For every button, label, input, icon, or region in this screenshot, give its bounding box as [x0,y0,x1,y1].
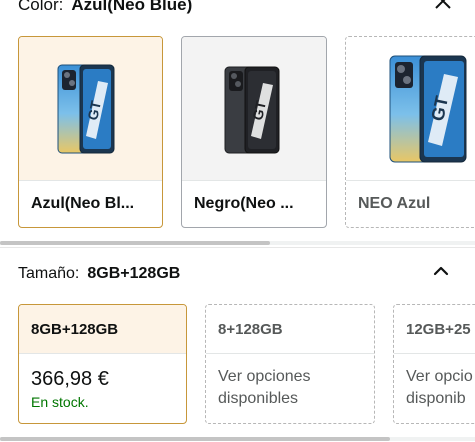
swatch-label: Azul(Neo Bl... [19,180,162,227]
chevron-up-icon[interactable] [430,260,452,282]
close-icon[interactable] [432,0,454,12]
color-header: Color: Azul(Neo Blue) [18,0,192,16]
color-scrollbar-thumb[interactable] [0,241,270,245]
see-options-line1: Ver opciones [218,368,311,385]
size-option-8gb-128gb[interactable]: 8GB+128GB 366,98 € En stock. [18,304,187,424]
section-divider [0,247,475,248]
size-label: Tamaño: [18,265,80,282]
size-option-body: Ver opciones disponibles [206,353,374,423]
size-scrollbar-thumb[interactable] [0,437,390,441]
color-swatch-negro[interactable]: GT Negro(Neo ... [181,36,327,228]
size-option-title: 12GB+25 [406,320,471,338]
swatch-image-area: GT [19,37,162,180]
price: 366,98 € [31,368,109,390]
size-option-12gb[interactable]: 12GB+25 Ver opcio disponib [393,304,475,424]
phone-neo-blue-image: GT [389,55,466,162]
phone-black-image: GT [224,66,280,153]
see-options-line2: disponibles [218,390,299,407]
size-option-body: Ver opcio disponib [394,353,475,423]
color-swatch-azul[interactable]: GT Azul(Neo Bl... [18,36,163,228]
size-option-title: 8+128GB [218,320,283,338]
see-options-line1: Ver opcio [406,368,473,385]
color-swatch-neo-azul[interactable]: GT NEO Azul [345,36,475,228]
swatch-label: NEO Azul [346,180,475,227]
phone-blue-image: GT [57,64,114,153]
color-selected-value: Azul(Neo Blue) [71,0,193,14]
swatch-label: Negro(Neo ... [182,180,326,227]
color-label: Color: [18,0,64,14]
size-option-title: 8GB+128GB [19,305,186,353]
size-header: Tamaño: 8GB+128GB [18,263,180,285]
swatch-image-area: GT [182,37,326,180]
size-option-body: 366,98 € En stock. [19,353,186,423]
see-options-line2: disponib [406,390,466,407]
size-option-8-128gb[interactable]: 8+128GB Ver opciones disponibles [205,304,375,424]
size-selected-value: 8GB+128GB [87,265,181,282]
product-variant-selector: Color: Azul(Neo Blue) GT Azul(Neo Bl... … [0,0,475,442]
stock-status: En stock. [31,394,89,410]
swatch-image-area: GT [346,37,475,180]
